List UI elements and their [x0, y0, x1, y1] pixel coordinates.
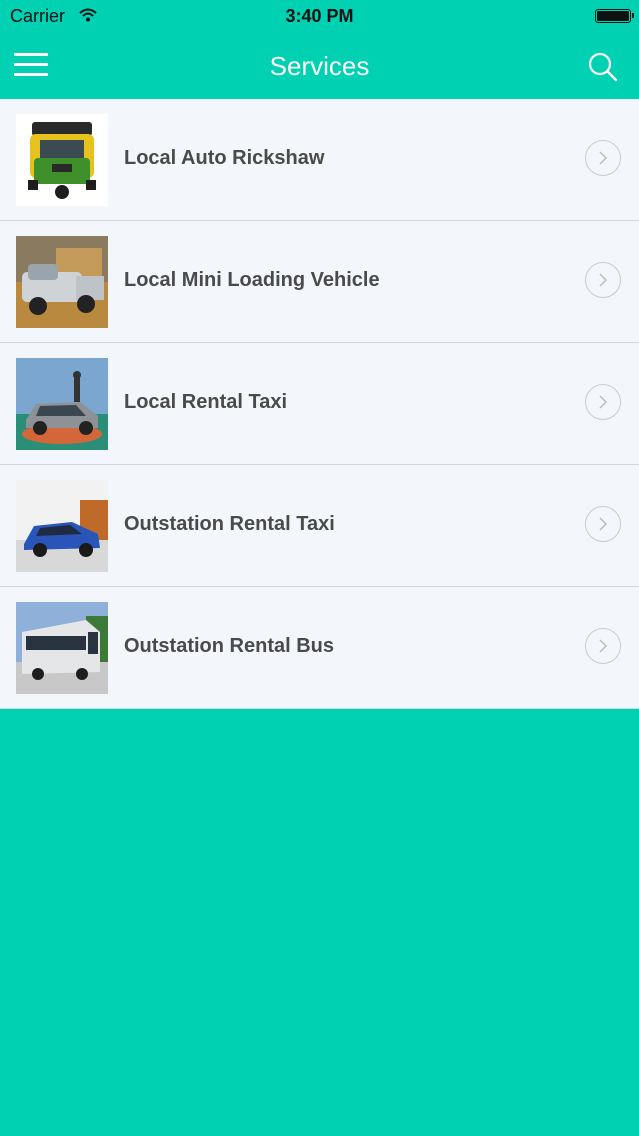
service-row-outstation-taxi[interactable]: Outstation Rental Taxi [0, 465, 639, 587]
battery-icon [595, 9, 634, 23]
chevron-right-icon[interactable] [585, 140, 621, 176]
service-row-mini-loading-vehicle[interactable]: Local Mini Loading Vehicle [0, 221, 639, 343]
chevron-right-icon[interactable] [585, 262, 621, 298]
blue-sedan-car-icon [16, 480, 108, 572]
search-icon[interactable] [587, 51, 619, 83]
chevron-right-icon[interactable] [585, 628, 621, 664]
chevron-right-icon[interactable] [585, 506, 621, 542]
status-bar: Carrier 3:40 PM [0, 0, 639, 34]
service-row-auto-rickshaw[interactable]: Local Auto Rickshaw [0, 99, 639, 221]
page-title: Services [269, 51, 370, 81]
pickup-truck-icon [16, 236, 108, 328]
service-row-outstation-bus[interactable]: Outstation Rental Bus [0, 587, 639, 709]
sedan-car-icon [16, 358, 108, 450]
service-label: Local Mini Loading Vehicle [124, 269, 380, 291]
service-label: Local Rental Taxi [124, 391, 288, 413]
chevron-right-icon[interactable] [585, 384, 621, 420]
service-label: Local Auto Rickshaw [124, 147, 325, 169]
service-row-rental-taxi[interactable]: Local Rental Taxi [0, 343, 639, 465]
service-label: Outstation Rental Bus [124, 635, 335, 657]
bus-icon [16, 602, 108, 694]
service-label: Outstation Rental Taxi [124, 513, 335, 535]
services-list: Local Auto Rickshaw Local Mini Loading V… [0, 99, 639, 709]
status-time: 3:40 PM [285, 6, 354, 26]
nav-bar: Services [0, 34, 639, 99]
auto-rickshaw-icon [16, 114, 108, 206]
